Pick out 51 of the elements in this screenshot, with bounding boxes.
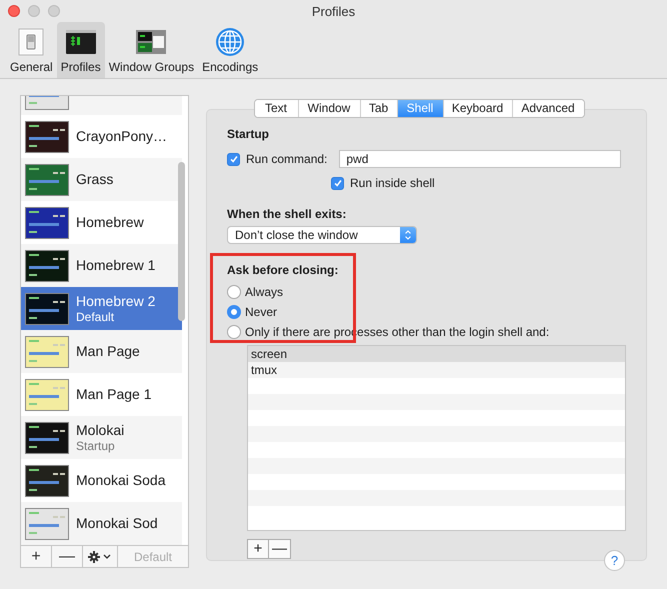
window-title: Profiles [312, 4, 356, 18]
profile-subtitle: Default [76, 310, 116, 324]
scrollbar-thumb[interactable] [178, 162, 185, 321]
radio-label: Always [245, 284, 284, 298]
help-button[interactable]: ? [604, 550, 625, 571]
profile-name: Man Page [76, 343, 140, 360]
gear-icon [88, 550, 112, 562]
profile-name: Homebrew 1 [76, 257, 156, 274]
profile-name: Molokai [76, 422, 124, 439]
table-row[interactable]: tmux [248, 362, 625, 378]
profile-name: CrayonPony… [76, 128, 168, 145]
profile-item[interactable]: Man Page [21, 330, 182, 373]
profile-name: Grass [76, 171, 114, 188]
profile-name: Homebrew 2 [76, 293, 156, 310]
radio-label: Never [245, 304, 278, 318]
table-button[interactable]: — [269, 540, 290, 558]
profile-item[interactable]: Molokai Startup [21, 416, 182, 459]
radio-button[interactable] [227, 304, 241, 318]
profile-item[interactable]: Homebrew 2 Default [21, 287, 182, 330]
checkbox-label: Run command: [246, 152, 328, 166]
profile-item[interactable]: Monokai Sod [21, 502, 182, 545]
list-button[interactable]: — [52, 546, 83, 567]
profile-name: Monokai Soda [76, 472, 166, 489]
command-field[interactable]: pwd [339, 150, 622, 168]
checkbox[interactable] [227, 152, 240, 166]
popup-menu[interactable]: Don’t close the window [227, 226, 417, 244]
checkmark-icon [228, 154, 238, 164]
radio-button[interactable] [227, 284, 241, 298]
radio-button[interactable] [227, 324, 241, 338]
checkbox-label: Run inside shell [350, 176, 435, 190]
section-heading: When the shell exits: [227, 207, 348, 222]
globe-icon [214, 26, 246, 58]
list-button[interactable]: + [21, 546, 52, 567]
toolbar-tab[interactable]: Profiles [56, 22, 105, 78]
profile-name: Homebrew [76, 214, 144, 231]
profile-item[interactable]: Grass [21, 158, 182, 201]
toolbar-tab[interactable]: General [6, 22, 57, 78]
table-button[interactable]: + [248, 540, 269, 558]
toolbar-tab[interactable]: Window Groups [104, 22, 198, 78]
section-heading: Ask before closing: [227, 263, 340, 278]
tab[interactable]: Text [254, 100, 298, 117]
profile-name: Monokai Sod [76, 515, 158, 532]
profile-subtitle: Startup [76, 439, 116, 453]
checkbox[interactable] [331, 176, 344, 190]
profile-name: Man Page 1 [76, 386, 152, 403]
section-heading: Startup [227, 127, 270, 142]
chevrons-icon [404, 229, 412, 241]
checkmark-icon [332, 178, 342, 188]
close-button[interactable] [8, 5, 20, 17]
toolbar-tab[interactable]: Encodings [198, 22, 262, 78]
table-row[interactable]: screen [248, 346, 625, 362]
